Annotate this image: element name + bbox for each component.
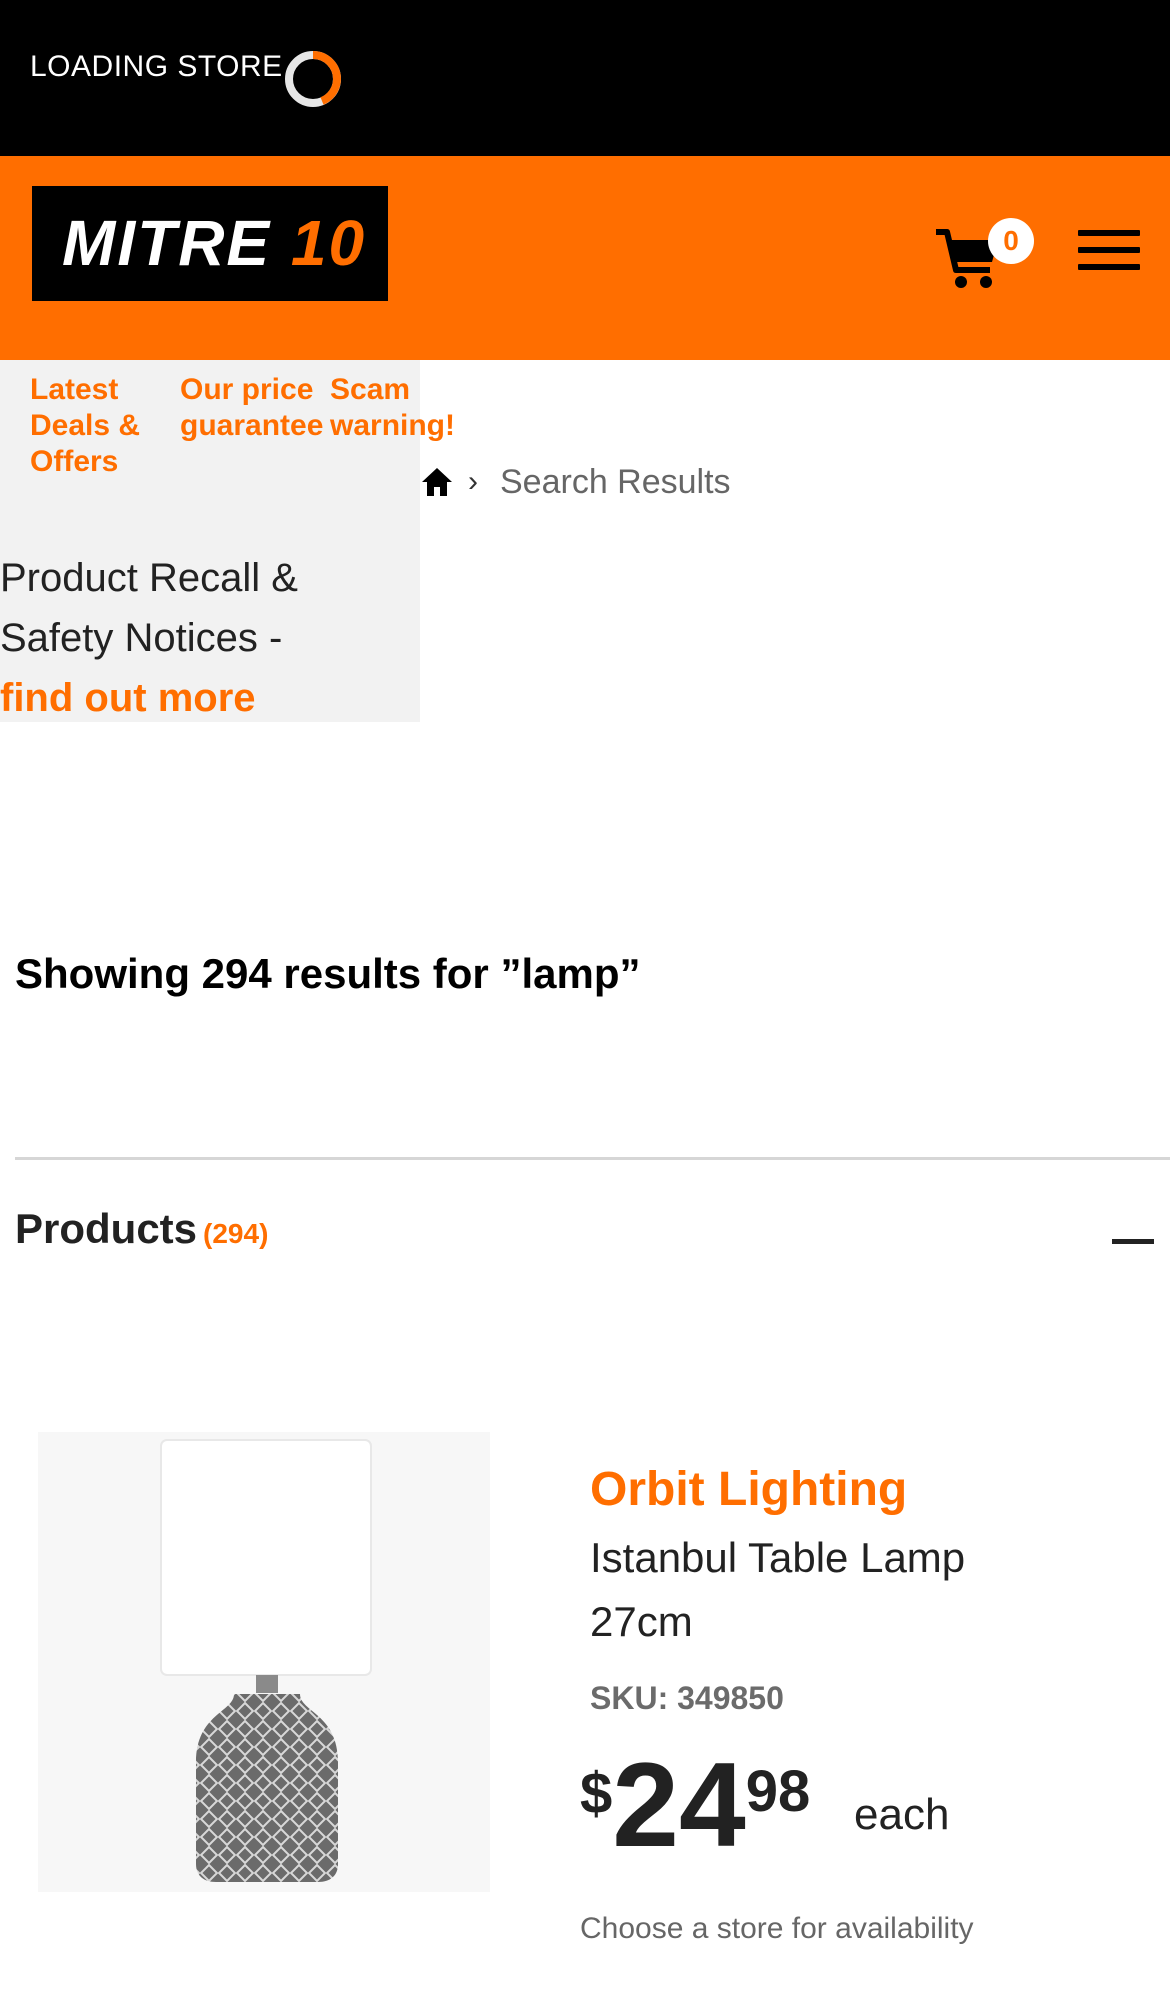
breadcrumb-current: Search Results	[500, 462, 731, 501]
price-currency-symbol: $	[580, 1761, 613, 1826]
product-image[interactable]	[38, 1432, 490, 1892]
price-cents: 98	[745, 1759, 811, 1824]
section-divider	[15, 1157, 1170, 1160]
recall-line-2: Safety Notices -	[0, 616, 283, 660]
recall-find-out-more-link[interactable]: find out more	[0, 668, 420, 728]
breadcrumb-separator: ›	[468, 465, 478, 498]
home-icon[interactable]	[420, 465, 454, 499]
product-name-link[interactable]: Istanbul Table Lamp 27cm	[590, 1526, 1070, 1654]
cart-count-badge[interactable]: 0	[988, 218, 1034, 264]
products-section-toggle[interactable]: Products (294)	[15, 1205, 268, 1253]
logo-main-text: MITRE	[62, 207, 291, 279]
nav-latest-deals[interactable]: Latest Deals & Offers	[30, 372, 140, 480]
loading-store-text: LOADING STORE	[30, 50, 283, 83]
products-count: (294)	[203, 1218, 269, 1249]
mitre10-logo[interactable]: MITRE 10	[32, 186, 388, 301]
hamburger-menu-icon[interactable]	[1078, 230, 1140, 274]
search-results-heading: Showing 294 results for ”lamp”	[15, 950, 641, 997]
loading-spinner-icon	[285, 51, 342, 107]
price-dollars: 24	[612, 1738, 746, 1872]
collapse-minus-icon[interactable]	[1112, 1239, 1154, 1244]
products-heading-label: Products	[15, 1205, 198, 1252]
product-recall-notice: Product Recall & Safety Notices - find o…	[0, 548, 420, 728]
logo-number-text: 10	[290, 207, 367, 279]
nav-scam-warning[interactable]: Scam warning!	[330, 372, 455, 444]
product-sku: SKU: 349850	[590, 1680, 784, 1716]
product-brand-link[interactable]: Orbit Lighting	[590, 1462, 907, 1517]
store-availability-link[interactable]: Choose a store for availability	[580, 1912, 974, 1946]
price-unit: each	[854, 1790, 950, 1839]
recall-line-1: Product Recall &	[0, 556, 298, 600]
product-price: $2498	[580, 1740, 810, 1870]
nav-price-guarantee[interactable]: Our price guarantee	[180, 372, 323, 444]
breadcrumb: › Search Results	[420, 460, 731, 504]
